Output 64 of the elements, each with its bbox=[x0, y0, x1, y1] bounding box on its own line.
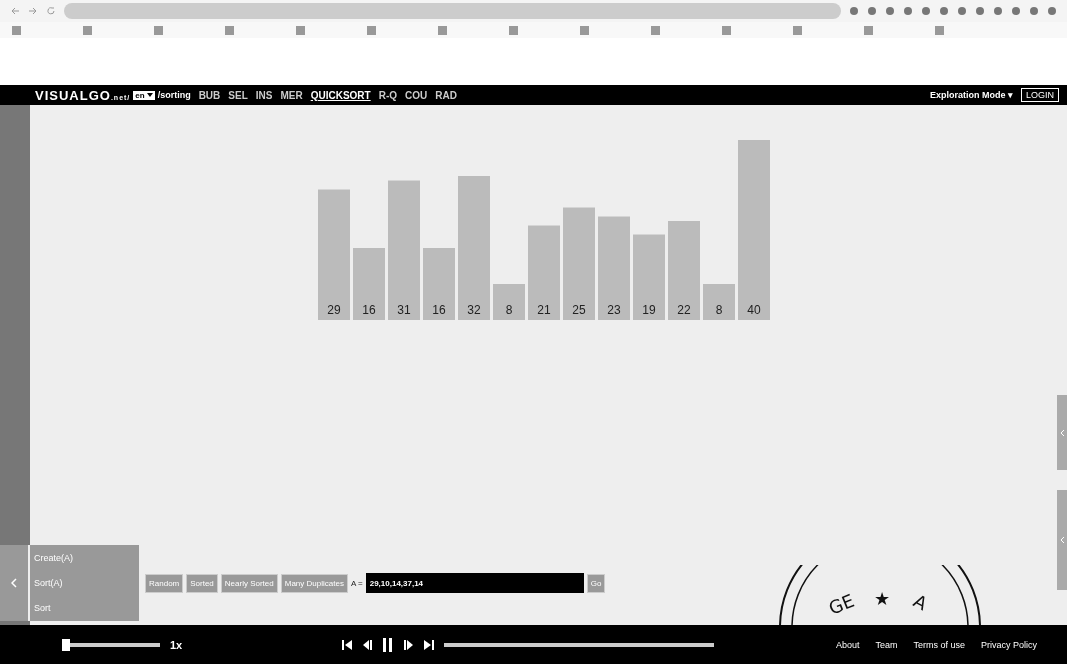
bar-value: 16 bbox=[432, 303, 446, 317]
login-button[interactable]: LOGIN bbox=[1021, 88, 1059, 102]
nav-link[interactable]: INS bbox=[255, 89, 273, 101]
footer-link[interactable]: About bbox=[835, 639, 860, 650]
bar-value: 23 bbox=[607, 303, 621, 317]
nav-link[interactable]: COU bbox=[405, 89, 428, 101]
nav-link[interactable]: MER bbox=[280, 89, 303, 101]
chevron-left-icon bbox=[1059, 536, 1065, 544]
footer-link[interactable]: Terms of use bbox=[913, 639, 965, 650]
back-icon[interactable] bbox=[10, 6, 20, 16]
bar-value: 22 bbox=[677, 303, 691, 317]
bookmark-icon[interactable] bbox=[438, 25, 447, 35]
skip-end-icon[interactable] bbox=[424, 638, 435, 651]
nav-link[interactable]: QUICKSORT bbox=[310, 89, 371, 101]
array-bar bbox=[493, 284, 525, 320]
bookmark-icon[interactable] bbox=[296, 25, 305, 35]
nav-link[interactable]: BUB bbox=[198, 89, 221, 101]
forward-icon[interactable] bbox=[28, 6, 38, 16]
footer-link[interactable]: Team bbox=[875, 639, 898, 650]
footer-link[interactable]: Privacy Policy bbox=[981, 639, 1037, 650]
bar-value: 21 bbox=[537, 303, 551, 317]
reload-icon[interactable] bbox=[46, 6, 56, 16]
address-field[interactable] bbox=[64, 3, 841, 19]
bookmark-icon[interactable] bbox=[793, 25, 802, 35]
bar-value: 40 bbox=[747, 303, 761, 317]
chevron-left-icon bbox=[11, 578, 17, 588]
bar-value: 8 bbox=[505, 303, 513, 317]
language-select[interactable]: en bbox=[133, 90, 155, 100]
bookmark-icon[interactable] bbox=[722, 25, 731, 35]
mode-select[interactable]: Exploration Mode ▾ bbox=[929, 90, 1013, 100]
bar-value: 25 bbox=[572, 303, 586, 317]
array-input[interactable]: 29,10,14,37,14 bbox=[365, 573, 584, 593]
step-back-icon[interactable] bbox=[362, 638, 373, 651]
nav-link[interactable]: SEL bbox=[228, 89, 248, 101]
bookmark-icon[interactable] bbox=[935, 25, 944, 35]
bar-value: 29 bbox=[327, 303, 341, 317]
skip-start-icon[interactable] bbox=[342, 638, 353, 651]
step-forward-icon[interactable] bbox=[404, 638, 415, 651]
bookmark-icon[interactable] bbox=[83, 25, 92, 35]
bar-value: 8 bbox=[715, 303, 723, 317]
bookmark-icon[interactable] bbox=[154, 25, 163, 35]
bookmark-icon[interactable] bbox=[580, 25, 589, 35]
bookmark-icon[interactable] bbox=[367, 25, 376, 35]
bookmark-icon[interactable] bbox=[225, 25, 234, 35]
array-bar bbox=[353, 248, 385, 320]
bookmark-icon[interactable] bbox=[509, 25, 518, 35]
array-bar bbox=[423, 248, 455, 320]
pause-icon[interactable] bbox=[382, 637, 395, 652]
bar-value: 16 bbox=[362, 303, 376, 317]
array-label: A = bbox=[350, 578, 363, 588]
speed-label: 1x bbox=[170, 638, 183, 651]
nav-link[interactable]: RAD bbox=[435, 89, 457, 101]
bar-value: 19 bbox=[642, 303, 656, 317]
chevron-left-icon bbox=[1059, 428, 1065, 437]
stamp-drawing: GE ★ A bbox=[770, 565, 990, 625]
caret-icon bbox=[146, 93, 153, 97]
bar-value: 32 bbox=[467, 303, 481, 317]
bookmark-icon[interactable] bbox=[864, 25, 873, 35]
array-bar bbox=[703, 284, 735, 320]
nav-link[interactable]: R-Q bbox=[378, 89, 397, 101]
bookmark-icon[interactable] bbox=[651, 25, 660, 35]
page-path: /sorting bbox=[157, 90, 191, 100]
bar-value: 31 bbox=[397, 303, 411, 317]
bookmark-icon[interactable] bbox=[12, 25, 21, 35]
